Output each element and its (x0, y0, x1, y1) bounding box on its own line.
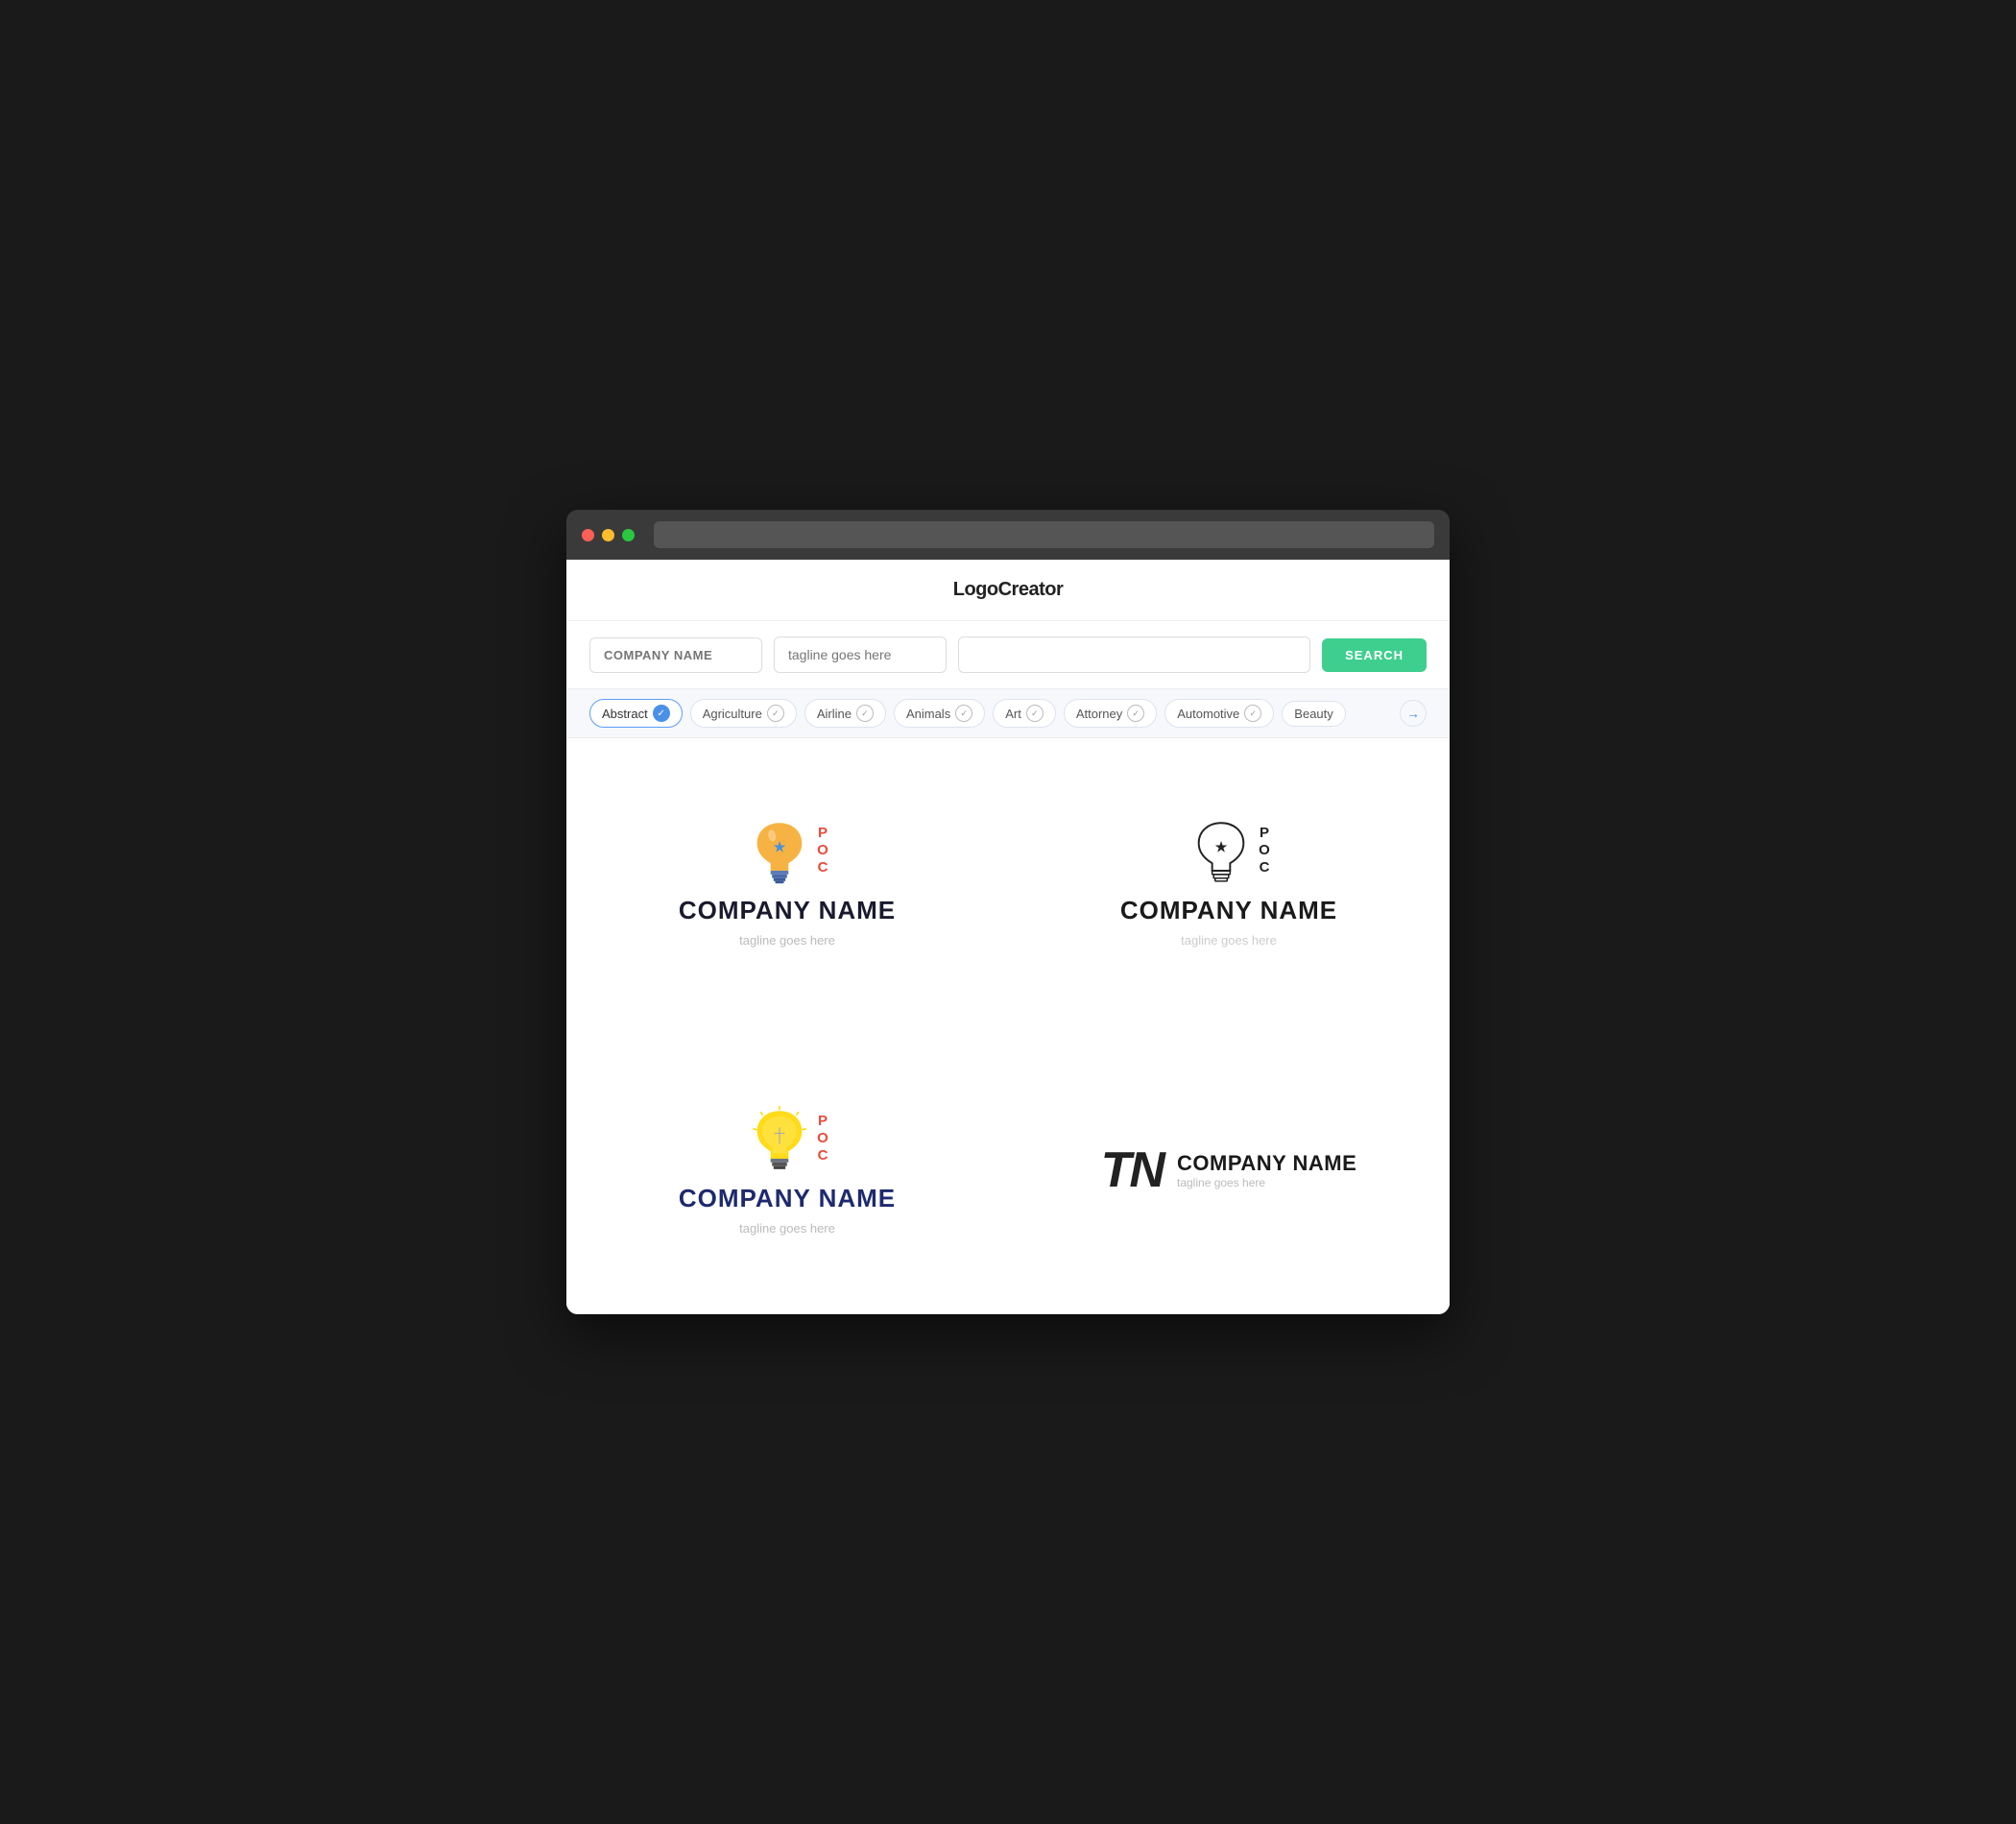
category-chip-agriculture[interactable]: Agriculture ✓ (690, 699, 797, 728)
check-icon-abstract: ✓ (653, 705, 670, 722)
app-header: LogoCreator (566, 560, 1450, 621)
check-icon-airline: ✓ (856, 705, 874, 722)
browser-titlebar (566, 510, 1450, 560)
logo4-text: COMPANY NAME tagline goes here (1177, 1151, 1356, 1189)
logo-inner-2: ★ P O C COMPANY NAME tagline (1120, 817, 1337, 948)
svg-text:★: ★ (1215, 839, 1228, 854)
app-content: LogoCreator SEARCH Abstract ✓ Agricultur… (566, 560, 1450, 1314)
category-label-beauty: Beauty (1294, 707, 1332, 721)
company-name-1: COMPANY NAME (679, 896, 896, 925)
logo-card-2[interactable]: ★ P O C COMPANY NAME tagline (1008, 738, 1450, 1026)
url-bar (654, 521, 1434, 548)
logo-grid: ★ P O C (566, 738, 1450, 1314)
logo-icon-area-3: P O C (746, 1105, 828, 1172)
tagline-1: tagline goes here (739, 933, 835, 948)
search-bar: SEARCH (566, 621, 1450, 689)
close-button[interactable] (582, 529, 594, 541)
category-label-airline: Airline (817, 707, 852, 721)
category-label-art: Art (1005, 707, 1021, 721)
check-icon-automotive: ✓ (1244, 705, 1261, 722)
categories-next-button[interactable]: → (1400, 700, 1427, 727)
logo4-inner: TN COMPANY NAME tagline goes here (1101, 1145, 1357, 1195)
poc-letters-1: P O C (817, 825, 828, 876)
category-chip-abstract[interactable]: Abstract ✓ (589, 699, 683, 728)
tn-monogram: TN (1101, 1145, 1164, 1195)
logo-card-4[interactable]: TN COMPANY NAME tagline goes here (1008, 1026, 1450, 1314)
category-chip-airline[interactable]: Airline ✓ (804, 699, 886, 728)
check-icon-art: ✓ (1026, 705, 1044, 722)
bulb-yellow-icon (746, 1105, 813, 1172)
logo4-tagline: tagline goes here (1177, 1176, 1356, 1189)
company-name-3: COMPANY NAME (679, 1184, 896, 1213)
browser-window: LogoCreator SEARCH Abstract ✓ Agricultur… (566, 510, 1450, 1314)
check-icon-agriculture: ✓ (767, 705, 784, 722)
tagline-2: tagline goes here (1181, 933, 1277, 948)
category-chip-automotive[interactable]: Automotive ✓ (1164, 699, 1274, 728)
category-label-automotive: Automotive (1177, 707, 1239, 721)
logo-card-3[interactable]: P O C COMPANY NAME tagline goes here (566, 1026, 1008, 1314)
tagline-3: tagline goes here (739, 1221, 835, 1236)
logo-icon-area-2: ★ P O C (1188, 817, 1270, 884)
bulb-colored-icon: ★ (746, 817, 813, 884)
company-name-2: COMPANY NAME (1120, 896, 1337, 925)
category-chip-attorney[interactable]: Attorney ✓ (1064, 699, 1157, 728)
category-label-attorney: Attorney (1076, 707, 1122, 721)
search-button[interactable]: SEARCH (1322, 638, 1427, 672)
logo-inner-1: ★ P O C (679, 817, 896, 948)
company-name-input[interactable] (589, 637, 762, 673)
logo4-company-name: COMPANY NAME (1177, 1151, 1356, 1176)
maximize-button[interactable] (622, 529, 635, 541)
category-label-animals: Animals (906, 707, 950, 721)
category-chip-art[interactable]: Art ✓ (993, 699, 1056, 728)
bulb-outline-icon: ★ (1188, 817, 1255, 884)
category-chip-animals[interactable]: Animals ✓ (894, 699, 985, 728)
poc-letters-3: P O C (817, 1113, 828, 1164)
logo-inner-4: TN COMPANY NAME tagline goes here (1101, 1145, 1357, 1195)
category-chip-beauty[interactable]: Beauty (1282, 701, 1345, 727)
logo-card-1[interactable]: ★ P O C (566, 738, 1008, 1026)
category-label-abstract: Abstract (602, 707, 648, 721)
minimize-button[interactable] (602, 529, 614, 541)
category-bar: Abstract ✓ Agriculture ✓ Airline ✓ Anima… (566, 689, 1450, 738)
logo-icon-area-1: ★ P O C (746, 817, 828, 884)
svg-text:★: ★ (774, 839, 786, 854)
category-label-agriculture: Agriculture (703, 707, 762, 721)
check-icon-animals: ✓ (955, 705, 972, 722)
app-title: LogoCreator (953, 579, 1064, 600)
poc-letters-2: P O C (1259, 825, 1270, 876)
tagline-input[interactable] (774, 636, 947, 673)
check-icon-attorney: ✓ (1127, 705, 1144, 722)
keyword-input[interactable] (958, 636, 1310, 673)
logo-inner-3: P O C COMPANY NAME tagline goes here (679, 1105, 896, 1236)
